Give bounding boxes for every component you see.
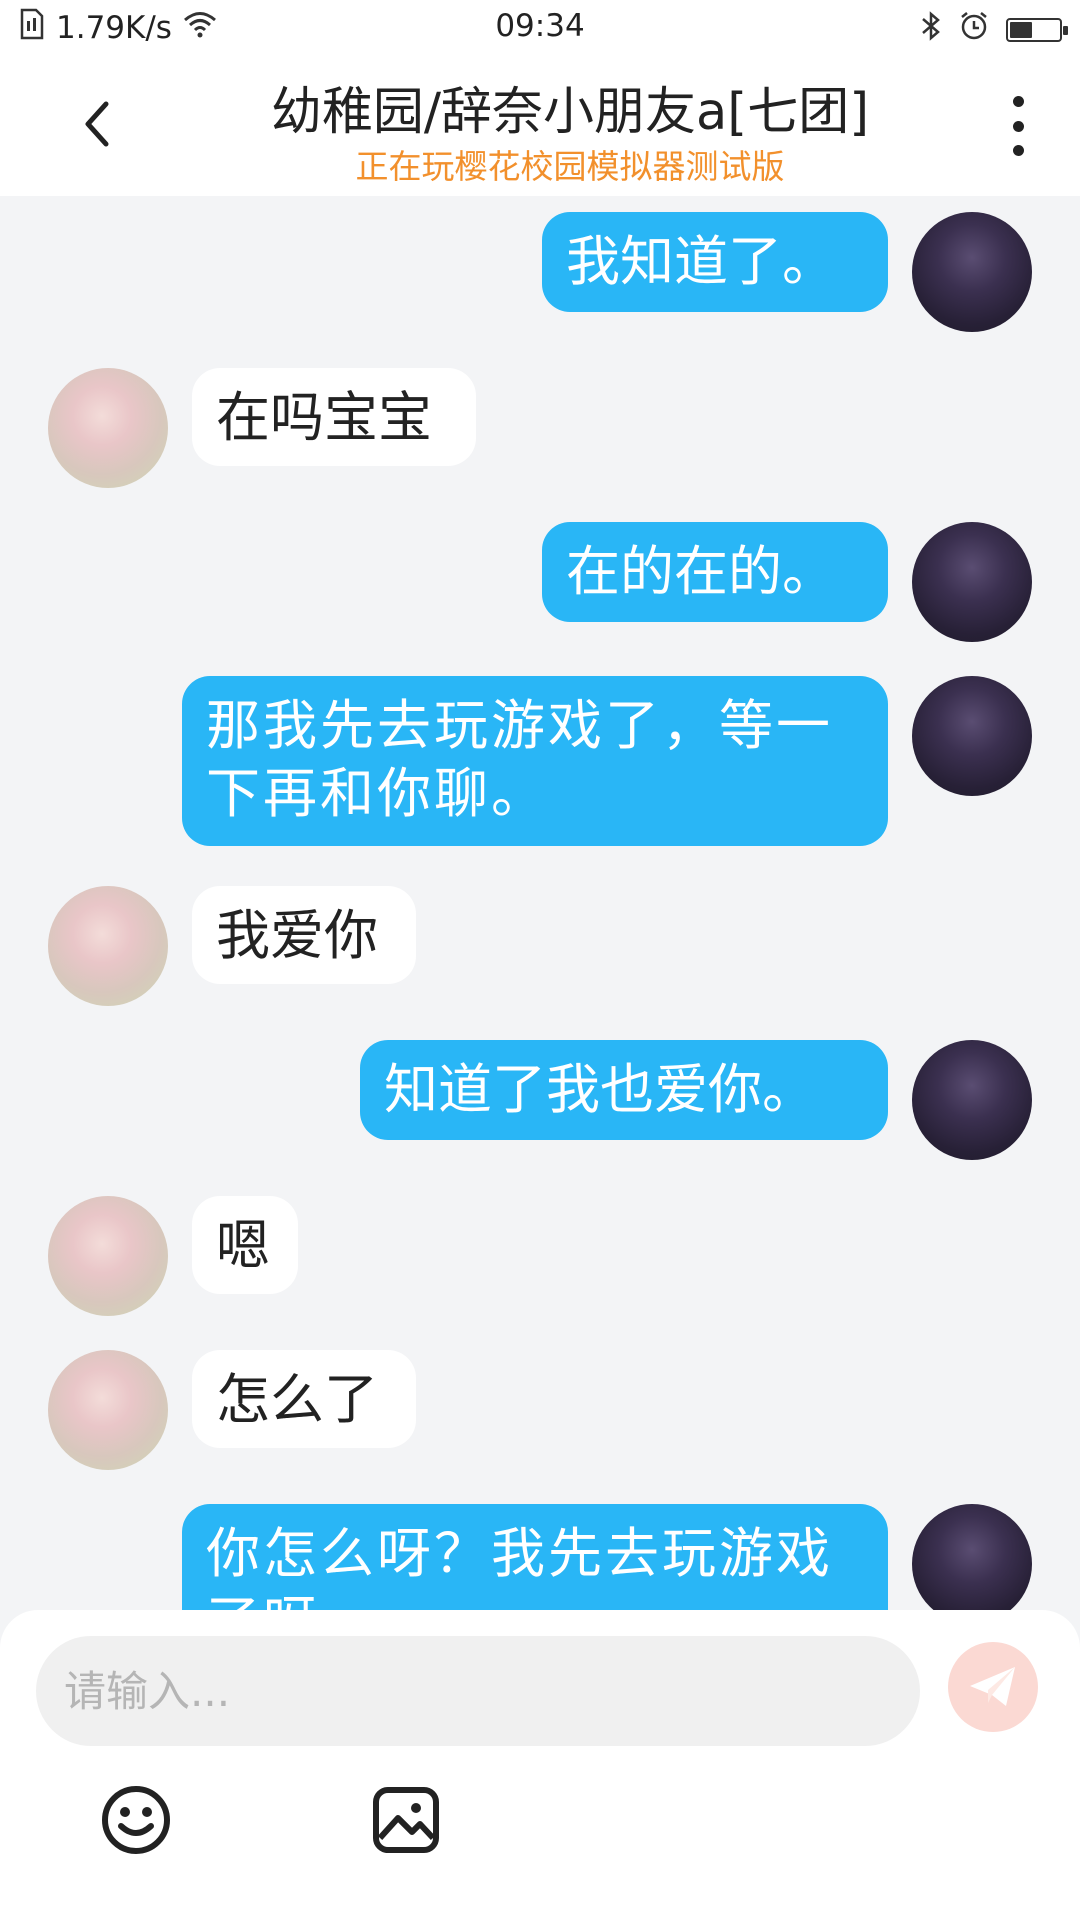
my-avatar[interactable] bbox=[912, 522, 1032, 642]
contact-avatar[interactable] bbox=[48, 886, 168, 1006]
chat-status-subtitle: 正在玩樱花校园模拟器测试版 bbox=[355, 147, 785, 186]
input-panel bbox=[0, 1610, 1080, 1920]
more-vertical-icon bbox=[1012, 96, 1024, 107]
status-bar: 1.79K/s 09:34 bbox=[0, 0, 1080, 56]
send-button[interactable] bbox=[948, 1642, 1038, 1732]
status-time: 09:34 bbox=[495, 8, 585, 44]
status-right bbox=[920, 10, 1068, 50]
image-icon bbox=[373, 1787, 439, 1853]
message-bubble[interactable]: 在的在的。 bbox=[542, 522, 888, 622]
chat-header: 幼稚园/辞奈小朋友a[七团] 正在玩樱花校园模拟器测试版 bbox=[0, 56, 1080, 196]
contact-avatar[interactable] bbox=[48, 368, 168, 488]
battery-level bbox=[1010, 22, 1033, 38]
message-bubble[interactable]: 我知道了。 bbox=[542, 212, 888, 312]
paper-plane-icon bbox=[970, 1667, 1015, 1706]
message-bubble[interactable]: 那我先去玩游戏了，等一下再和你聊。 bbox=[182, 676, 888, 846]
bluetooth-icon bbox=[920, 10, 942, 50]
image-button[interactable] bbox=[366, 1780, 446, 1860]
alarm-icon bbox=[958, 10, 990, 50]
message-input[interactable] bbox=[36, 1636, 920, 1746]
contact-avatar[interactable] bbox=[48, 1350, 168, 1470]
contact-avatar[interactable] bbox=[48, 1196, 168, 1316]
emoji-button[interactable] bbox=[96, 1780, 176, 1860]
message-bubble[interactable]: 你怎么呀？我先去玩游戏了呀。 bbox=[182, 1504, 888, 1610]
smiley-icon bbox=[102, 1786, 170, 1854]
message-bubble[interactable]: 我爱你 bbox=[192, 886, 416, 984]
battery-icon bbox=[1006, 18, 1068, 42]
my-avatar[interactable] bbox=[912, 1040, 1032, 1160]
more-menu-button[interactable] bbox=[996, 96, 1040, 156]
my-avatar[interactable] bbox=[912, 212, 1032, 332]
message-bubble[interactable]: 知道了我也爱你。 bbox=[360, 1040, 888, 1140]
chat-title: 幼稚园/辞奈小朋友a[七团] bbox=[270, 83, 870, 142]
chevron-left-icon bbox=[85, 101, 109, 147]
message-list[interactable]: 我知道了。 在吗宝宝 在的在的。 那我先去玩游戏了，等一下再和你聊。 我爱你 知… bbox=[0, 196, 1080, 1610]
my-avatar[interactable] bbox=[912, 1504, 1032, 1610]
back-button[interactable] bbox=[70, 94, 130, 154]
message-bubble[interactable]: 在吗宝宝 bbox=[192, 368, 476, 466]
message-bubble[interactable]: 嗯 bbox=[192, 1196, 298, 1294]
message-bubble[interactable]: 怎么了 bbox=[192, 1350, 416, 1448]
my-avatar[interactable] bbox=[912, 676, 1032, 796]
